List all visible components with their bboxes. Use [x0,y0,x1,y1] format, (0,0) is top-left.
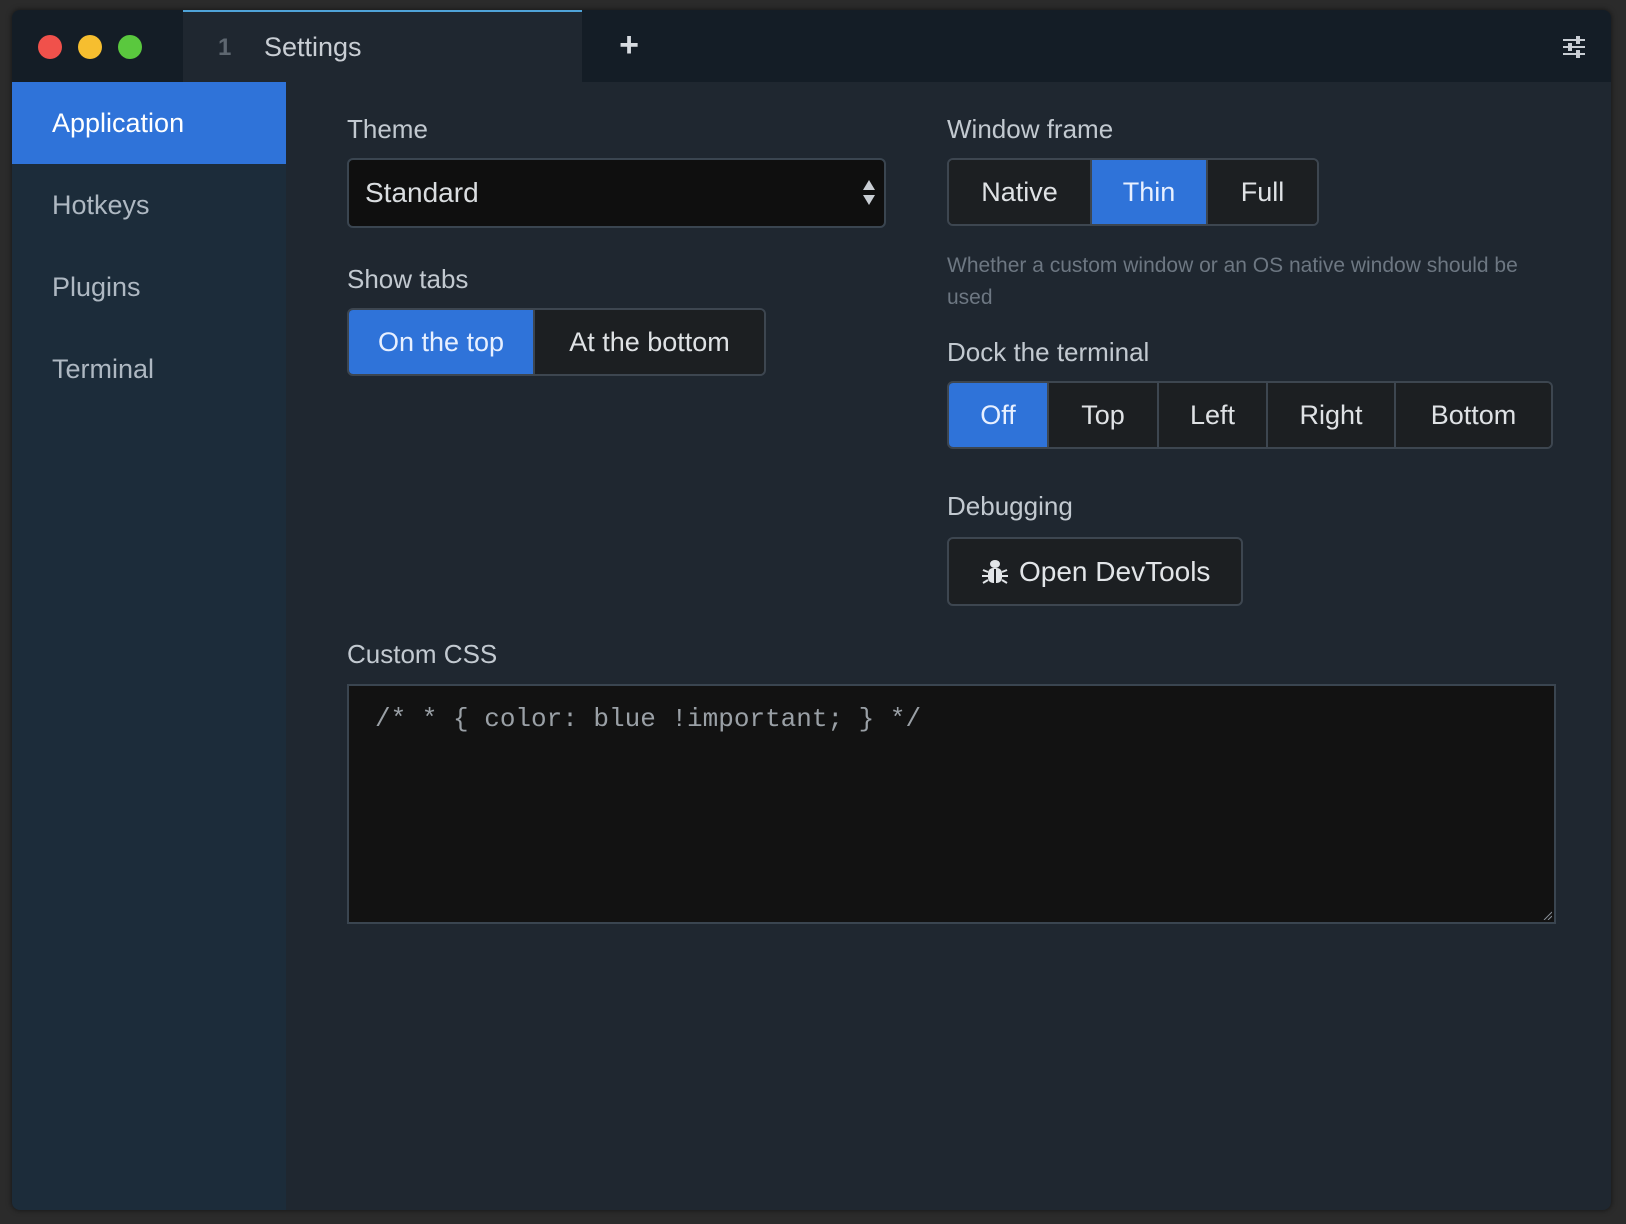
select-arrows-icon [863,180,875,205]
show-tabs-on-top-button[interactable]: On the top [349,310,535,374]
new-tab-button[interactable]: + [612,28,646,62]
show-tabs-segmented-control: On the top At the bottom [347,308,766,376]
maximize-window-button[interactable] [118,35,142,59]
open-devtools-label: Open DevTools [1019,555,1211,587]
tab-title: Settings [264,32,362,62]
dock-right-button[interactable]: Right [1268,383,1396,447]
title-bar: 1 Settings + [12,10,1611,82]
sidebar-item-hotkeys[interactable]: Hotkeys [12,164,286,246]
window-frame-native-button[interactable]: Native [949,160,1092,224]
settings-sidebar: Application Hotkeys Plugins Terminal [12,82,286,1210]
tab-number: 1 [218,34,232,61]
show-tabs-at-bottom-button[interactable]: At the bottom [535,310,764,374]
sliders-icon[interactable] [1563,36,1585,58]
window-frame-help-text: Whether a custom window or an OS native … [947,254,1518,309]
custom-css-label: Custom CSS [347,639,498,669]
custom-css-textarea[interactable]: /* * { color: blue !important; } */ [347,684,1556,924]
sidebar-item-plugins[interactable]: Plugins [12,246,286,328]
custom-css-placeholder: /* * { color: blue !important; } */ [375,704,922,734]
theme-select-value: Standard [365,177,479,208]
debugging-label: Debugging [947,491,1073,521]
settings-window: 1 Settings + Application Hotkeys Plugins… [12,10,1611,1210]
tab-settings[interactable]: 1 Settings [183,10,582,82]
window-controls [38,35,142,59]
dock-off-button[interactable]: Off [949,383,1049,447]
window-frame-full-button[interactable]: Full [1208,160,1317,224]
sidebar-item-application[interactable]: Application [12,82,286,164]
theme-select[interactable]: Standard [347,158,886,228]
open-devtools-button[interactable]: Open DevTools [947,537,1243,606]
show-tabs-label: Show tabs [347,264,469,294]
dock-terminal-segmented-control: Off Top Left Right Bottom [947,381,1553,449]
window-frame-thin-button[interactable]: Thin [1092,160,1208,224]
dock-left-button[interactable]: Left [1159,383,1268,447]
window-frame-segmented-control: Native Thin Full [947,158,1319,226]
close-window-button[interactable] [38,35,62,59]
dock-bottom-button[interactable]: Bottom [1396,383,1551,447]
resize-grip-icon[interactable] [1542,910,1552,920]
bug-icon [982,559,1008,584]
dock-terminal-label: Dock the terminal [947,337,1150,367]
minimize-window-button[interactable] [78,35,102,59]
dock-top-button[interactable]: Top [1049,383,1159,447]
sidebar-item-terminal[interactable]: Terminal [12,328,286,410]
window-frame-label: Window frame [947,114,1114,144]
theme-label: Theme [347,114,428,144]
